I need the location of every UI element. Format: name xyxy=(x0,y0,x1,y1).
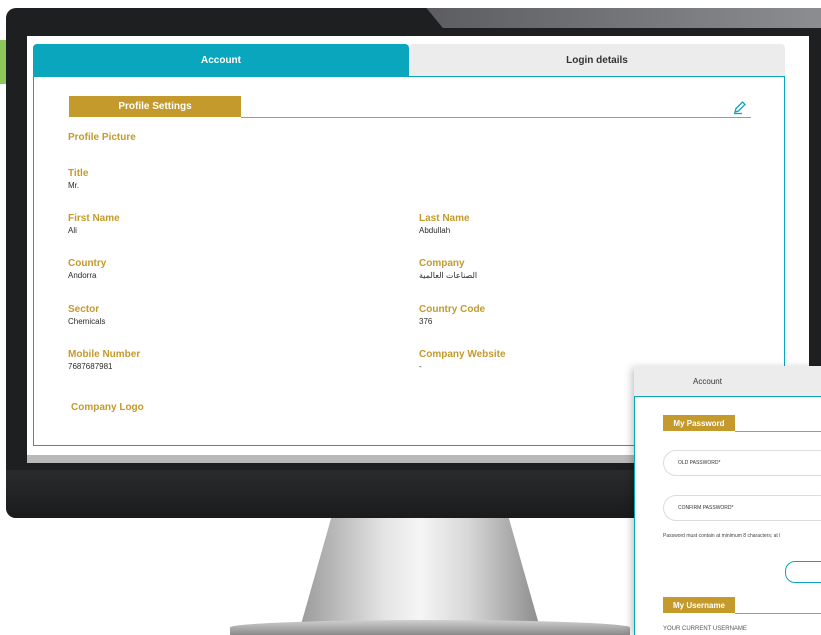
company-logo-label: Company Logo xyxy=(71,402,144,413)
my-username-section-title: My Username xyxy=(663,597,735,613)
sector-value: Chemicals xyxy=(68,317,106,326)
password-hint: Password must contain at minimum 8 chara… xyxy=(663,533,781,539)
monitor-stand xyxy=(300,518,540,628)
tab-account[interactable]: Account xyxy=(33,44,409,76)
section-title-profile-settings: Profile Settings xyxy=(69,96,241,117)
country-code-label: Country Code xyxy=(419,304,486,315)
company-label: Company xyxy=(419,258,465,269)
tab-bar: Account Login details xyxy=(33,44,785,76)
first-name-label: First Name xyxy=(68,213,120,224)
country-value: Andorra xyxy=(68,271,97,280)
current-username-text: YOUR CURRENT USERNAME xyxy=(663,626,747,632)
section-divider xyxy=(241,117,751,118)
first-name-value: Ali xyxy=(68,226,77,235)
tab-login-details[interactable]: Login details xyxy=(409,44,785,76)
sector-label: Sector xyxy=(68,304,100,315)
title-value: Mr. xyxy=(68,181,80,190)
old-password-field[interactable]: OLD PASSWORD* xyxy=(663,450,821,476)
my-password-section-title: My Password xyxy=(663,415,735,431)
company-website-label: Company Website xyxy=(419,349,506,360)
mobile-number-label: Mobile Number xyxy=(68,349,141,360)
pencil-icon[interactable] xyxy=(732,99,748,115)
monitor-base xyxy=(230,620,630,635)
mobile-number-value: 7687687981 xyxy=(68,362,113,371)
country-label: Country xyxy=(68,258,107,269)
overlay-tab-account[interactable]: Account xyxy=(634,366,821,396)
title-label: Title xyxy=(68,168,89,179)
overlay-panel: My Password OLD PASSWORD* CONFIRM PASSWO… xyxy=(634,396,821,635)
password-submit-button[interactable] xyxy=(785,561,821,583)
profile-picture-label: Profile Picture xyxy=(68,132,136,143)
last-name-label: Last Name xyxy=(419,213,470,224)
monitor-glare xyxy=(426,8,821,28)
company-value: الصناعات العالمية xyxy=(419,271,478,280)
company-website-value: - xyxy=(419,362,422,371)
last-name-value: Abdullah xyxy=(419,226,451,235)
country-code-value: 376 xyxy=(419,317,433,326)
password-section-divider xyxy=(735,431,821,432)
username-section-divider xyxy=(735,613,821,614)
confirm-password-field[interactable]: CONFIRM PASSWORD* xyxy=(663,495,821,521)
password-card-overlay: Account My Password OLD PASSWORD* CONFIR… xyxy=(634,366,821,635)
